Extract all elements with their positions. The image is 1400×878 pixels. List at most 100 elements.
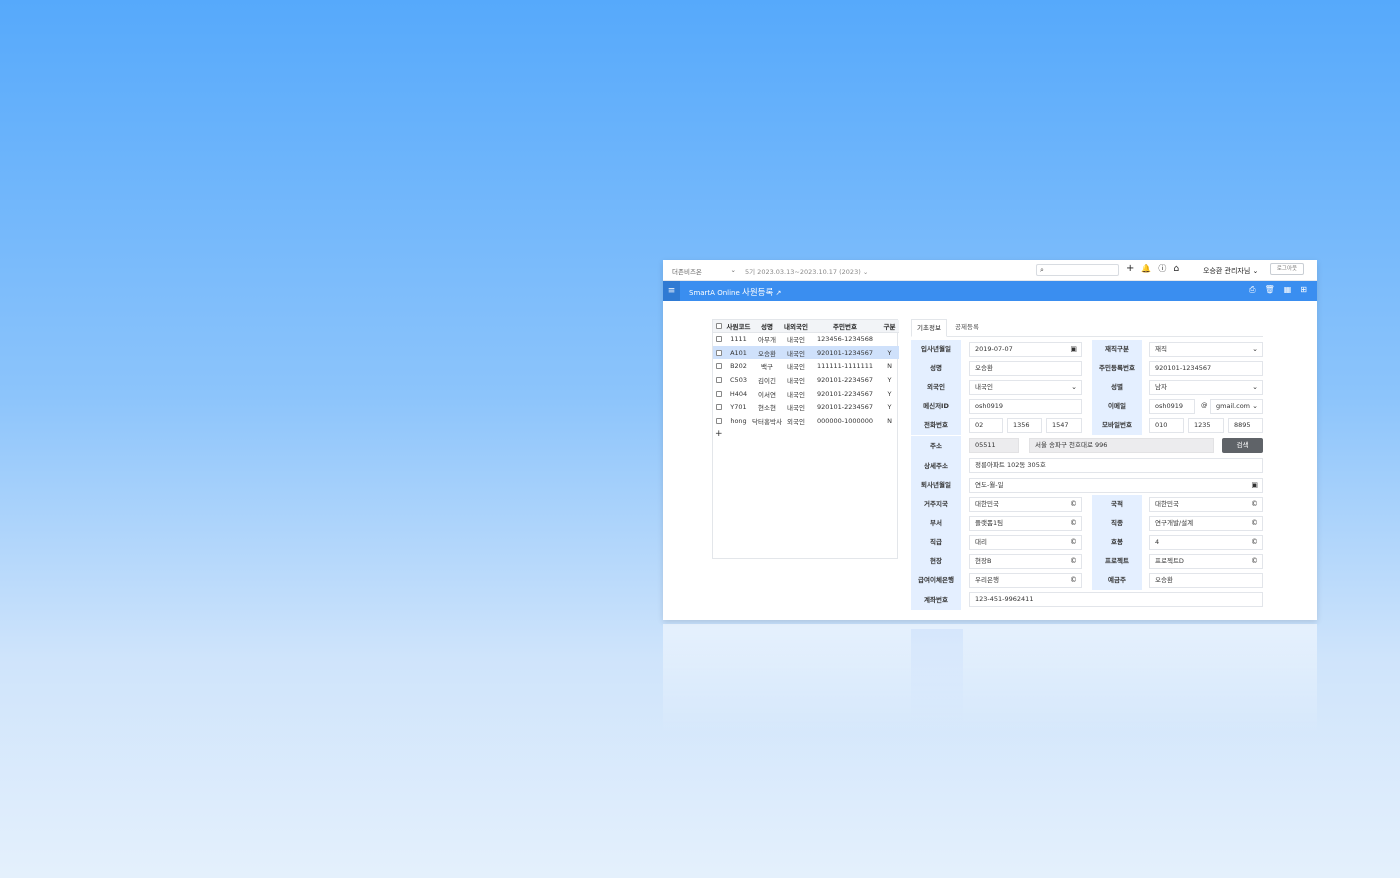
code-help-icon[interactable]: © (1251, 536, 1258, 549)
company-select[interactable]: 더존비즈온 ⌄ (672, 266, 736, 276)
cell-name: 이서연 (758, 390, 776, 399)
app-window: 더존비즈온 ⌄ 5기 2023.03.13~2023.10.17 (2023) … (663, 260, 1317, 620)
column-header[interactable]: 내외국인 (782, 320, 810, 333)
chevron-down-icon: ⌄ (1252, 383, 1258, 391)
tab-deduction[interactable]: 공제등록 (949, 319, 985, 337)
table-row[interactable]: A101 오승환 내국인 920101-1234567 Y (713, 345, 899, 360)
bank-value: 우리은행 (975, 576, 999, 584)
code-help-icon[interactable]: © (1070, 574, 1077, 587)
calendar-icon[interactable]: ▣ (1070, 343, 1077, 356)
code-help-icon[interactable]: © (1070, 498, 1077, 511)
row-checkbox[interactable] (713, 345, 725, 360)
foreigner-select[interactable]: 내국인 ⌄ (969, 380, 1082, 395)
bell-icon[interactable]: 🔔 (1141, 264, 1151, 273)
mobile-part1-input[interactable]: 010 (1149, 418, 1184, 433)
code-help-icon[interactable]: © (1070, 555, 1077, 568)
bank-input[interactable]: 우리은행 © (969, 573, 1082, 588)
calculator-icon[interactable]: ▦ (1284, 285, 1292, 295)
cell-nation: 내국인 (782, 345, 810, 360)
status-select[interactable]: 재직 ⌄ (1149, 342, 1263, 357)
phone-part3-input[interactable]: 1547 (1046, 418, 1082, 433)
cell-id: 123456-1234568 (816, 335, 874, 344)
select-all-checkbox[interactable] (713, 320, 725, 333)
code-help-icon[interactable]: © (1251, 555, 1258, 568)
account-input[interactable]: 123-451-9962411 (969, 592, 1263, 607)
tab-basic-info[interactable]: 기초정보 (911, 319, 947, 337)
period-select[interactable]: 5기 2023.03.13~2023.10.17 (2023) ⌄ (745, 266, 868, 276)
cell-type: Y (880, 345, 899, 360)
external-link-icon[interactable]: ↗ (776, 289, 782, 297)
plus-icon[interactable]: + (1126, 263, 1134, 274)
name-input[interactable]: 오승환 (969, 361, 1082, 376)
search-icon: ⌕ (1040, 266, 1044, 274)
phone-part1-input[interactable]: 02 (969, 418, 1003, 433)
cell-type: N (887, 416, 892, 425)
table-header-row: 사원코드 성명 내외국인 주민번호 구분 (713, 320, 899, 333)
phone-part2-input[interactable]: 1356 (1007, 418, 1042, 433)
logout-button[interactable]: 로그아웃 (1270, 263, 1304, 275)
step-value: 4 (1155, 538, 1160, 546)
table-row[interactable]: C503 김이긴 내국인 920101-2234567 Y (713, 373, 899, 387)
user-name: 오승환 관리자님 (1203, 267, 1251, 275)
job-input[interactable]: 연구개발/설계 © (1149, 516, 1263, 531)
code-help-icon[interactable]: © (1070, 517, 1077, 530)
detail-address-input[interactable]: 정릉아파트 102동 305호 (969, 458, 1263, 473)
rank-input[interactable]: 대리 © (969, 535, 1082, 550)
menu-icon[interactable]: ≡ (663, 281, 680, 301)
step-input[interactable]: 4 © (1149, 535, 1263, 550)
delete-icon[interactable]: 🗑 (1265, 285, 1275, 295)
cell-type: Y (887, 403, 892, 412)
address-search-button[interactable]: 검색 (1222, 438, 1263, 453)
row-checkbox[interactable] (713, 373, 725, 387)
table-row[interactable]: B202 백구 내국인 111111-1111111 N (713, 359, 899, 373)
nationality-input[interactable]: 대한민국 © (1149, 497, 1263, 512)
column-header[interactable]: 성명 (752, 320, 782, 333)
hire-date-input[interactable]: 2019-07-07 ▣ (969, 342, 1082, 357)
holder-input[interactable]: 오승환 (1149, 573, 1263, 588)
home-icon[interactable]: ⌂ (1173, 264, 1179, 274)
grid-icon[interactable]: ⊞ (1300, 285, 1307, 295)
column-header[interactable]: 구분 (880, 320, 899, 333)
chevron-down-icon: ⌄ (1252, 267, 1259, 275)
help-icon[interactable]: ⓘ (1158, 263, 1166, 274)
cell-name: 아무개 (758, 336, 776, 345)
mobile-part2-input[interactable]: 1235 (1188, 418, 1224, 433)
gender-select[interactable]: 남자 ⌄ (1149, 380, 1263, 395)
dept-input[interactable]: 플랫폼1팀 © (969, 516, 1082, 531)
label-hire-date: 입사년월일 (911, 340, 961, 359)
user-menu[interactable]: 오승환 관리자님 ⌄ (1203, 266, 1258, 276)
code-help-icon[interactable]: © (1251, 517, 1258, 530)
site-input[interactable]: 현장B © (969, 554, 1082, 569)
column-header[interactable]: 사원코드 (725, 320, 752, 333)
table-row[interactable]: Y701 현소현 내국인 920101-2234567 Y (713, 400, 899, 414)
table-row[interactable]: H404 이서연 내국인 920101-2234567 Y (713, 387, 899, 401)
mobile-part3-input[interactable]: 8895 (1228, 418, 1263, 433)
row-checkbox[interactable] (713, 414, 725, 428)
table-row[interactable]: 1111 아무개 내국인 123456-1234568 (713, 332, 899, 346)
code-help-icon[interactable]: © (1070, 536, 1077, 549)
leave-date-input[interactable]: 연도-월-일 ▣ (969, 478, 1263, 493)
calendar-icon[interactable]: ▣ (1251, 479, 1258, 492)
code-help-icon[interactable]: © (1251, 498, 1258, 511)
table-row[interactable]: hong 닥터홍박사 외국인 000000-1000000 N (713, 414, 899, 428)
messenger-input[interactable]: osh0919 (969, 399, 1082, 414)
cell-code: 1111 (730, 335, 747, 344)
row-checkbox[interactable] (713, 400, 725, 414)
zip-input[interactable]: 05511 (969, 438, 1019, 453)
column-header[interactable]: 주민번호 (810, 320, 880, 333)
add-row-icon[interactable]: + (715, 429, 723, 439)
email-user-input[interactable]: osh0919 (1149, 399, 1195, 414)
search-input[interactable]: ⌕ (1036, 264, 1119, 276)
rrn-input[interactable]: 920101-1234567 (1149, 361, 1263, 376)
residence-input[interactable]: 대한민국 © (969, 497, 1082, 512)
email-domain-select[interactable]: gmail.com ⌄ (1210, 399, 1263, 414)
road-address-input[interactable]: 서울 송파구 천호대로 996 (1029, 438, 1214, 453)
project-input[interactable]: 프로젝트D © (1149, 554, 1263, 569)
row-checkbox[interactable] (713, 332, 725, 346)
label-status: 재직구분 (1092, 340, 1142, 359)
cell-id: 920101-2234567 (816, 403, 874, 412)
row-checkbox[interactable] (713, 387, 725, 401)
label-rrn: 주민등록번호 (1092, 359, 1142, 378)
row-checkbox[interactable] (713, 359, 725, 373)
print-icon[interactable]: ⎙ (1249, 285, 1255, 295)
